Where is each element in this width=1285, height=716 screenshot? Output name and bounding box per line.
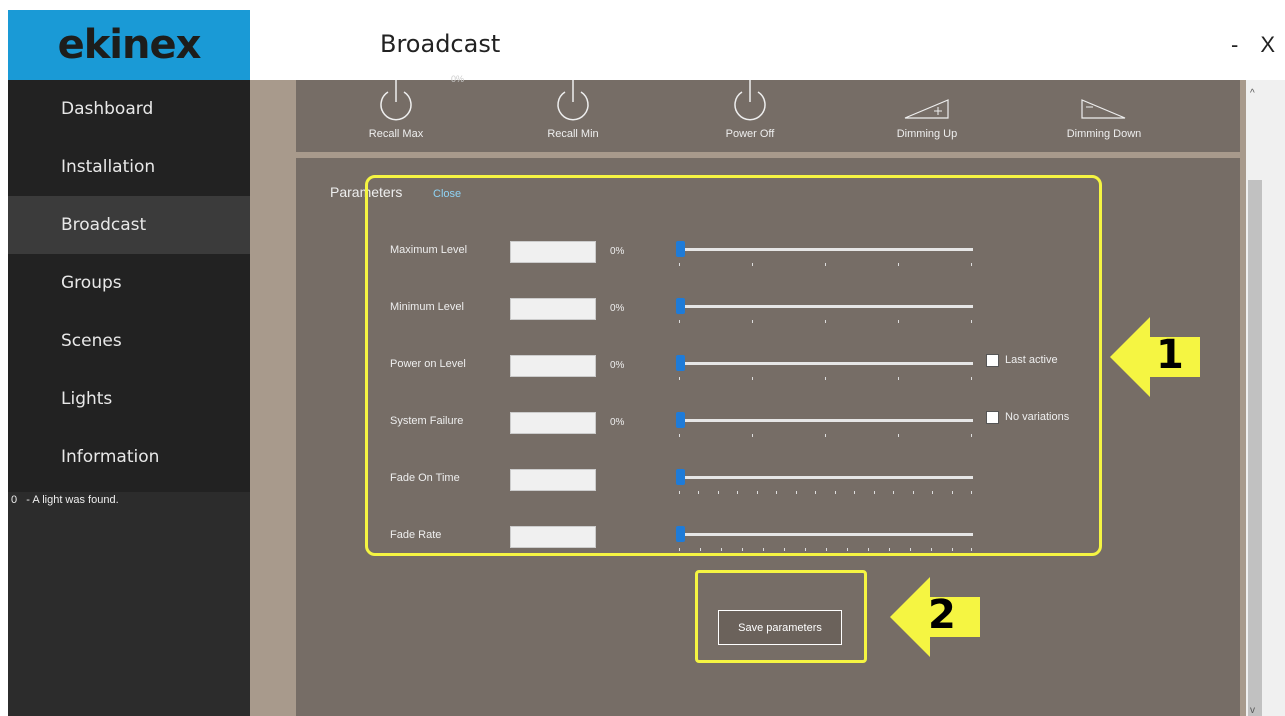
cropped-percent-label: 0% (451, 74, 465, 84)
callout-number-2: 2 (928, 592, 956, 638)
vertical-scrollbar[interactable]: ^ v (1246, 80, 1285, 716)
window-controls: - X (1231, 32, 1275, 58)
recall-max-button[interactable]: Recall Max (341, 80, 451, 140)
dimming-up-button[interactable]: Dimming Up (872, 80, 982, 140)
sidebar-item-groups[interactable]: Groups (8, 254, 250, 312)
scroll-up-icon[interactable]: ^ (1250, 88, 1255, 99)
power-icon (380, 80, 412, 121)
command-bar: 0% Recall Max Recall Min Power Off Dimmi… (296, 74, 1240, 158)
sidebar-item-dashboard[interactable]: Dashboard (8, 80, 250, 138)
page-title: Broadcast (380, 30, 501, 58)
close-window-button[interactable]: X (1260, 32, 1275, 58)
power-off-button[interactable]: Power Off (695, 80, 805, 140)
status-line: 0 - A light was found. (11, 494, 119, 506)
dimming-down-icon (1081, 99, 1126, 119)
highlight-box-save (695, 570, 867, 663)
title-bar: Broadcast - X (250, 10, 1285, 80)
logo: ekinex (8, 10, 250, 80)
dimming-up-icon (904, 99, 949, 119)
command-label: Dimming Down (1066, 128, 1142, 140)
command-label: Recall Max (368, 128, 424, 140)
sidebar-item-installation[interactable]: Installation (8, 138, 250, 196)
logo-text: ekinex (57, 22, 202, 68)
power-icon (557, 80, 589, 121)
sidebar-item-scenes[interactable]: Scenes (8, 312, 250, 370)
status-message: - A light was found. (26, 494, 119, 506)
status-count: 0 (11, 494, 18, 506)
dimming-down-button[interactable]: Dimming Down (1049, 80, 1159, 140)
recall-min-button[interactable]: Recall Min (518, 80, 628, 140)
sidebar-item-broadcast[interactable]: Broadcast (8, 196, 250, 254)
minimize-button[interactable]: - (1231, 32, 1238, 58)
command-label: Dimming Up (896, 128, 958, 140)
command-label: Recall Min (547, 128, 599, 140)
callout-number-1: 1 (1156, 332, 1184, 378)
scroll-down-icon[interactable]: v (1250, 705, 1255, 716)
scroll-thumb[interactable] (1248, 180, 1262, 716)
command-label: Power Off (725, 128, 775, 140)
power-icon (734, 80, 766, 121)
sidebar-item-lights[interactable]: Lights (8, 370, 250, 428)
status-log: 0 - A light was found. (8, 492, 250, 716)
highlight-box-parameters (365, 175, 1102, 556)
sidebar-item-information[interactable]: Information (8, 428, 250, 486)
sidebar: Dashboard Installation Broadcast Groups … (8, 80, 250, 716)
app-window: ekinex Broadcast - X Dashboard Installat… (8, 10, 1285, 716)
